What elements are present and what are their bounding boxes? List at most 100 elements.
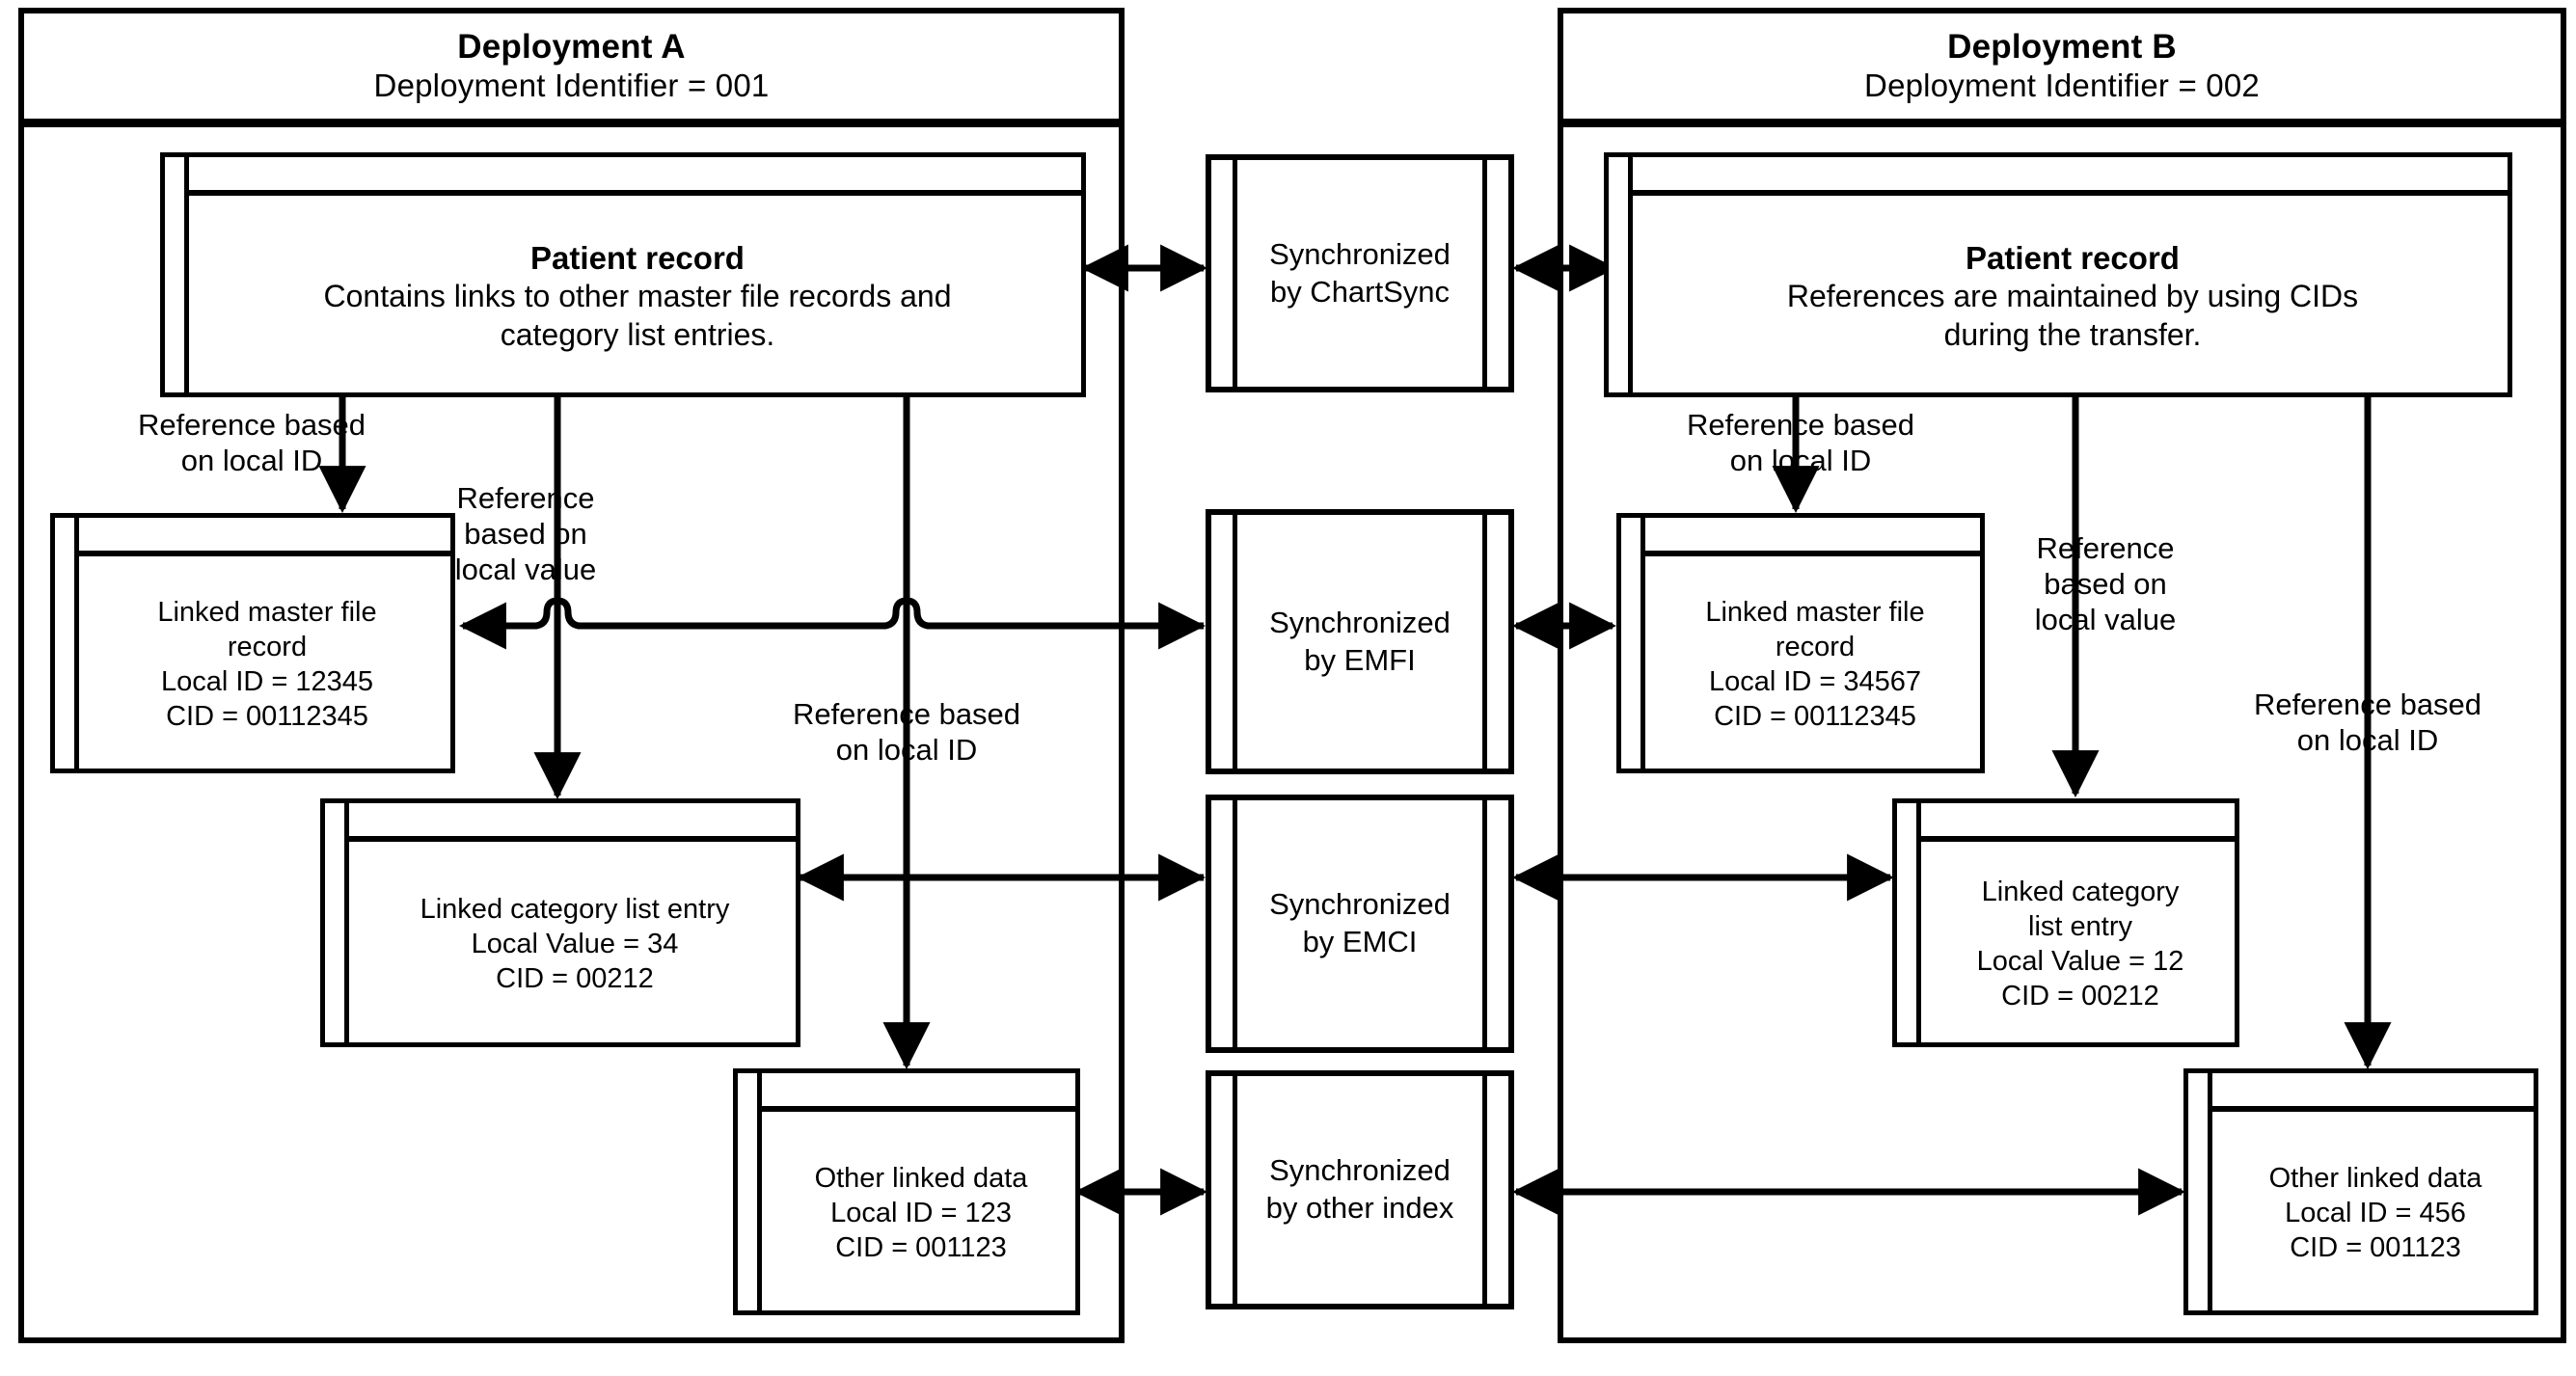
sync-left-bar (1233, 515, 1237, 769)
record-line: Local ID = 123 (830, 1197, 1012, 1228)
record-body: Linked category list entry Local Value =… (354, 848, 796, 1042)
record-body: Linked master file record Local ID = 345… (1650, 562, 1980, 769)
record-spine (165, 157, 189, 392)
annotation-a-ref-local-id-master: Reference based on local ID (102, 407, 401, 478)
record-line: Local ID = 456 (2285, 1197, 2466, 1228)
deployment-b-subtitle: Deployment Identifier = 002 (1864, 67, 2260, 103)
sync-box-emfi[interactable]: Synchronized by EMFI (1206, 509, 1514, 774)
record-b-master-file[interactable]: Linked master file record Local ID = 345… (1616, 513, 1985, 773)
diagram-canvas: Deployment A Deployment Identifier = 001… (0, 0, 2576, 1376)
annotation-line: based on (464, 517, 587, 552)
sync-box-other-index[interactable]: Synchronized by other index (1206, 1070, 1514, 1309)
annotation-a-ref-local-id-other: Reference based on local ID (757, 696, 1056, 768)
record-spine (1897, 803, 1921, 1042)
record-top-band (1645, 518, 1980, 556)
record-line: References are maintained by using CIDs (1786, 279, 2359, 314)
record-title: Patient record (1966, 240, 2180, 277)
annotation-line: Reference based (792, 697, 1021, 731)
record-body: Other linked data Local ID = 123 CID = 0… (767, 1118, 1075, 1310)
record-title: Linked master file (157, 597, 377, 629)
record-b-patient[interactable]: Patient record References are maintained… (1604, 152, 2512, 397)
sync-left-bar (1233, 160, 1237, 387)
record-a-master-file[interactable]: Linked master file record Local ID = 123… (50, 513, 455, 773)
sync-right-bar (1482, 800, 1487, 1047)
sync-line-2: by ChartSync (1269, 274, 1451, 309)
sync-box-body: Synchronized by EMCI (1240, 800, 1479, 1047)
record-title: Patient record (530, 240, 745, 277)
record-line: CID = 001123 (835, 1231, 1007, 1263)
sync-line-2: by other index (1265, 1191, 1454, 1225)
record-line: Local Value = 12 (1976, 945, 2184, 977)
record-line: Local ID = 12345 (160, 665, 374, 697)
record-line: Local ID = 34567 (1708, 665, 1922, 697)
sync-line-1: Synchronized (1269, 236, 1451, 271)
sync-line-2: by EMFI (1304, 642, 1416, 677)
record-line: CID = 00112345 (1714, 700, 1916, 732)
record-line: Local Value = 34 (471, 928, 679, 959)
sync-box-body: Synchronized by ChartSync (1240, 160, 1479, 387)
sync-left-bar (1233, 1076, 1237, 1304)
record-body: Linked category list entry Local Value =… (1926, 848, 2235, 1042)
record-line: category list entries. (500, 317, 775, 353)
record-body: Other linked data Local ID = 456 CID = 0… (2217, 1118, 2534, 1310)
annotation-line: Reference (2036, 531, 2175, 565)
record-title: Other linked data (2268, 1163, 2482, 1195)
record-line: record (1775, 631, 1856, 662)
record-top-band (79, 518, 450, 556)
record-title: Linked category (1981, 877, 2180, 908)
deployment-a-header: Deployment A Deployment Identifier = 001 (24, 13, 1119, 127)
annotation-line: Reference (456, 481, 595, 515)
record-top-band (1921, 803, 2235, 842)
record-body: Patient record References are maintained… (1638, 202, 2508, 392)
annotation-a-ref-local-value: Reference based on local value (429, 480, 622, 588)
record-line: record (227, 631, 308, 662)
record-title: Linked category list entry (420, 894, 730, 926)
annotation-line: on local ID (1729, 444, 1872, 478)
record-spine (55, 518, 79, 769)
sync-box-body: Synchronized by EMFI (1240, 515, 1479, 769)
record-spine (738, 1073, 762, 1310)
annotation-line: local value (2034, 603, 2177, 637)
annotation-b-ref-local-id-master: Reference based on local ID (1651, 407, 1950, 478)
record-body: Patient record Contains links to other m… (194, 202, 1081, 392)
record-line: during the transfer. (1943, 317, 2202, 353)
sync-right-bar (1482, 515, 1487, 769)
annotation-b-ref-local-id-other: Reference based on local ID (2218, 687, 2517, 758)
annotation-line: Reference based (2253, 688, 2482, 721)
sync-line-1: Synchronized (1269, 605, 1451, 639)
record-spine (1621, 518, 1645, 769)
record-line: CID = 00112345 (166, 700, 368, 732)
sync-line-2: by EMCI (1302, 925, 1418, 958)
deployment-a-title: Deployment A (457, 27, 686, 66)
sync-box-chartsync[interactable]: Synchronized by ChartSync (1206, 154, 1514, 392)
annotation-line: Reference based (137, 408, 366, 442)
sync-right-bar (1482, 160, 1487, 387)
record-a-category-list-entry[interactable]: Linked category list entry Local Value =… (320, 798, 800, 1047)
record-line: CID = 00212 (496, 962, 654, 994)
record-b-other-linked-data[interactable]: Other linked data Local ID = 456 CID = 0… (2183, 1068, 2538, 1315)
deployment-b-header: Deployment B Deployment Identifier = 002 (1563, 13, 2561, 127)
record-spine (1609, 157, 1633, 392)
annotation-line: based on (2044, 567, 2167, 602)
record-line: CID = 001123 (2290, 1231, 2461, 1263)
annotation-line: local value (454, 553, 597, 587)
deployment-b-title: Deployment B (1947, 27, 2177, 66)
annotation-b-ref-local-value: Reference based on local value (1994, 530, 2216, 638)
record-b-category-list-entry[interactable]: Linked category list entry Local Value =… (1892, 798, 2239, 1047)
record-a-patient[interactable]: Patient record Contains links to other m… (160, 152, 1086, 397)
record-title: Other linked data (814, 1163, 1028, 1195)
sync-right-bar (1482, 1076, 1487, 1304)
record-top-band (762, 1073, 1075, 1112)
record-top-band (349, 803, 796, 842)
deployment-a-subtitle: Deployment Identifier = 001 (373, 67, 770, 103)
annotation-line: on local ID (2296, 723, 2439, 758)
sync-line-1: Synchronized (1269, 1153, 1451, 1188)
record-line: list entry (2028, 910, 2132, 942)
sync-box-body: Synchronized by other index (1240, 1076, 1479, 1304)
record-spine (325, 803, 349, 1042)
record-spine (2188, 1073, 2212, 1310)
sync-box-emci[interactable]: Synchronized by EMCI (1206, 795, 1514, 1053)
record-a-other-linked-data[interactable]: Other linked data Local ID = 123 CID = 0… (733, 1068, 1080, 1315)
record-top-band (2212, 1073, 2534, 1112)
annotation-line: Reference based (1686, 408, 1915, 442)
